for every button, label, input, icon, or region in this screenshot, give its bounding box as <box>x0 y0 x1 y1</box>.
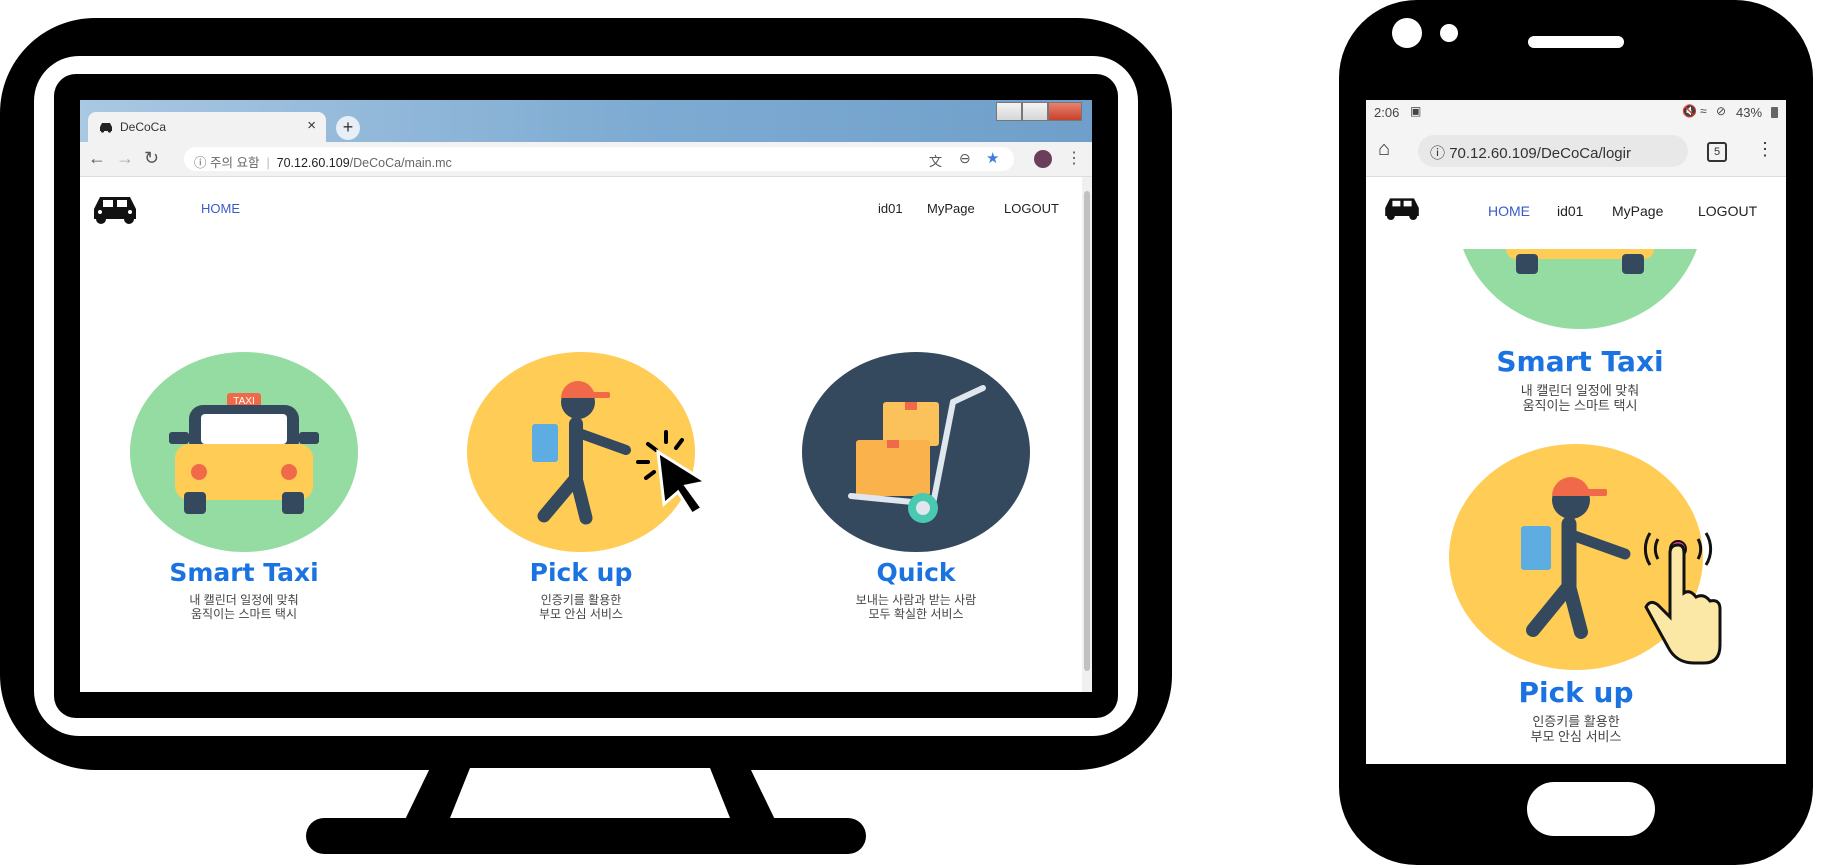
nav-logout-link[interactable]: LOGOUT <box>1004 201 1059 216</box>
url-host: 70.12.60.109 <box>276 156 350 170</box>
monitor-stand <box>306 818 866 854</box>
maximize-button[interactable] <box>1022 102 1048 121</box>
mobile-status-bar: 2:06 ▣ 🔇 ≈ ⊘ 43% <box>1366 100 1786 126</box>
phone-home-button[interactable] <box>1527 782 1655 836</box>
mobile-address-toolbar: ⌂ ⓘ 70.12.60.109/DeCoCa/logir 5 ⋮ <box>1366 126 1786 177</box>
do-not-disturb-icon: ⊘ <box>1716 104 1727 118</box>
phone-speaker <box>1528 36 1624 48</box>
forward-arrow-icon[interactable]: → <box>116 148 134 169</box>
pickup-desc-line1: 인증키를 활용한 <box>540 593 622 607</box>
mobile-smart-taxi-desc: 내 캘린더 일정에 맞춰 움직이는 스마트 택시 <box>1456 383 1704 413</box>
mobile-smart-taxi-card[interactable] <box>1456 249 1704 329</box>
mobile-content: Smart Taxi 내 캘린더 일정에 맞춰 움직이는 스마트 택시 Pick… <box>1366 249 1786 764</box>
mobile-smart-taxi-desc-line2: 움직이는 스마트 택시 <box>1522 398 1638 413</box>
smart-taxi-desc-line2: 움직이는 스마트 택시 <box>190 607 298 621</box>
pickup-desc-line2: 부모 안심 서비스 <box>539 607 623 621</box>
pickup-title[interactable]: Pick up <box>466 558 696 587</box>
mobile-nav-home-link[interactable]: HOME <box>1488 203 1530 219</box>
mobile-pickup-desc-line1: 인증키를 활용한 <box>1532 714 1620 729</box>
page-scrollbar[interactable] <box>1082 177 1092 692</box>
bookmark-star-icon[interactable]: ★ <box>986 149 999 167</box>
browser-toolbar: ← → ↻ ⓘ 주의 요함 | 70.12.60.109/DeCoCa/main… <box>80 142 1092 177</box>
phone-sensor <box>1440 24 1458 42</box>
mobile-nav-logout-link[interactable]: LOGOUT <box>1698 203 1757 219</box>
mobile-info-icon[interactable]: ⓘ <box>1430 145 1445 162</box>
desktop-browser-window: DeCoCa × + ← → ↻ ⓘ 주의 요함 | 70.12.60.109/… <box>80 100 1092 692</box>
car-favicon-icon <box>100 123 112 133</box>
smart-taxi-title[interactable]: Smart Taxi <box>129 558 359 587</box>
smart-taxi-card[interactable]: TAXI <box>129 352 359 552</box>
back-arrow-icon[interactable]: ← <box>88 148 106 169</box>
menu-kebab-icon[interactable]: ⋮ <box>1066 148 1082 168</box>
window-close-button[interactable] <box>1048 102 1082 121</box>
quick-desc: 보내는 사람과 받는 사람 모두 확실한 서비스 <box>801 593 1031 621</box>
mobile-pickup-desc-line2: 부모 안심 서비스 <box>1530 729 1622 744</box>
mute-icon: 🔇 <box>1682 104 1697 118</box>
mobile-nav-mypage-link[interactable]: MyPage <box>1612 203 1663 219</box>
mobile-menu-kebab-icon[interactable]: ⋮ <box>1756 139 1774 160</box>
mobile-url-field[interactable]: ⓘ 70.12.60.109/DeCoCa/logir <box>1418 135 1688 167</box>
quick-desc-line2: 모두 확실한 서비스 <box>868 607 964 621</box>
home-icon[interactable]: ⌂ <box>1378 138 1390 161</box>
nav-home-link[interactable]: HOME <box>201 201 240 216</box>
mouse-cursor-click-icon <box>636 430 710 517</box>
mobile-browser-screen: 2:06 ▣ 🔇 ≈ ⊘ 43% ⌂ ⓘ 70.12.60.109/DeCoCa… <box>1366 100 1786 764</box>
car-logo-icon[interactable] <box>90 193 140 225</box>
touch-hand-icon <box>1643 532 1722 665</box>
mobile-taxi-icon <box>1463 249 1697 329</box>
nav-user-id[interactable]: id01 <box>878 201 903 216</box>
smart-taxi-desc-line1: 내 캘린더 일정에 맞춰 <box>189 593 299 607</box>
profile-avatar[interactable] <box>1034 150 1052 168</box>
quick-desc-line1: 보내는 사람과 받는 사람 <box>855 593 977 607</box>
battery-percent: 43% <box>1736 105 1763 120</box>
url-path: /DeCoCa/main.mc <box>349 156 452 170</box>
taxi-icon: TAXI <box>130 352 358 552</box>
mobile-car-logo-icon[interactable] <box>1382 195 1422 221</box>
mobile-nav-user-id[interactable]: id01 <box>1557 203 1583 219</box>
tab-count-button[interactable]: 5 <box>1707 142 1727 162</box>
hand-truck-boxes-icon <box>802 352 1030 552</box>
translate-icon[interactable]: 文 <box>929 151 942 170</box>
image-notification-icon: ▣ <box>1410 104 1422 118</box>
mobile-url-text: 70.12.60.109/DeCoCa/logir <box>1449 145 1631 162</box>
security-label: 주의 요함 <box>210 156 260 170</box>
browser-tab[interactable]: DeCoCa × <box>88 112 326 142</box>
browser-tab-bar: DeCoCa × + <box>80 100 1092 142</box>
phone-camera <box>1392 18 1422 48</box>
minimize-button[interactable] <box>996 102 1022 121</box>
reload-icon[interactable]: ↻ <box>144 148 159 169</box>
close-icon[interactable]: × <box>307 117 316 134</box>
mobile-smart-taxi-desc-line1: 내 캘린더 일정에 맞춰 <box>1520 383 1640 398</box>
mobile-pickup-title[interactable]: Pick up <box>1449 676 1703 709</box>
info-icon[interactable]: ⓘ <box>194 156 207 170</box>
mobile-smart-taxi-title[interactable]: Smart Taxi <box>1456 345 1704 378</box>
new-tab-button[interactable]: + <box>336 116 360 140</box>
pickup-desc: 인증키를 활용한 부모 안심 서비스 <box>466 593 696 621</box>
smart-taxi-desc: 내 캘린더 일정에 맞춰 움직이는 스마트 택시 <box>129 593 359 621</box>
battery-icon <box>1771 107 1778 118</box>
tab-title: DeCoCa <box>120 120 167 134</box>
nav-mypage-link[interactable]: MyPage <box>927 201 975 216</box>
quick-card[interactable] <box>801 352 1031 552</box>
address-bar[interactable]: ⓘ 주의 요함 | 70.12.60.109/DeCoCa/main.mc 文 … <box>184 147 1014 171</box>
status-time: 2:06 <box>1374 105 1400 120</box>
zoom-out-icon[interactable]: ⊖ <box>959 150 971 167</box>
wifi-icon: ≈ <box>1700 104 1707 118</box>
mobile-pickup-desc: 인증키를 활용한 부모 안심 서비스 <box>1449 714 1703 744</box>
quick-title[interactable]: Quick <box>801 558 1031 587</box>
